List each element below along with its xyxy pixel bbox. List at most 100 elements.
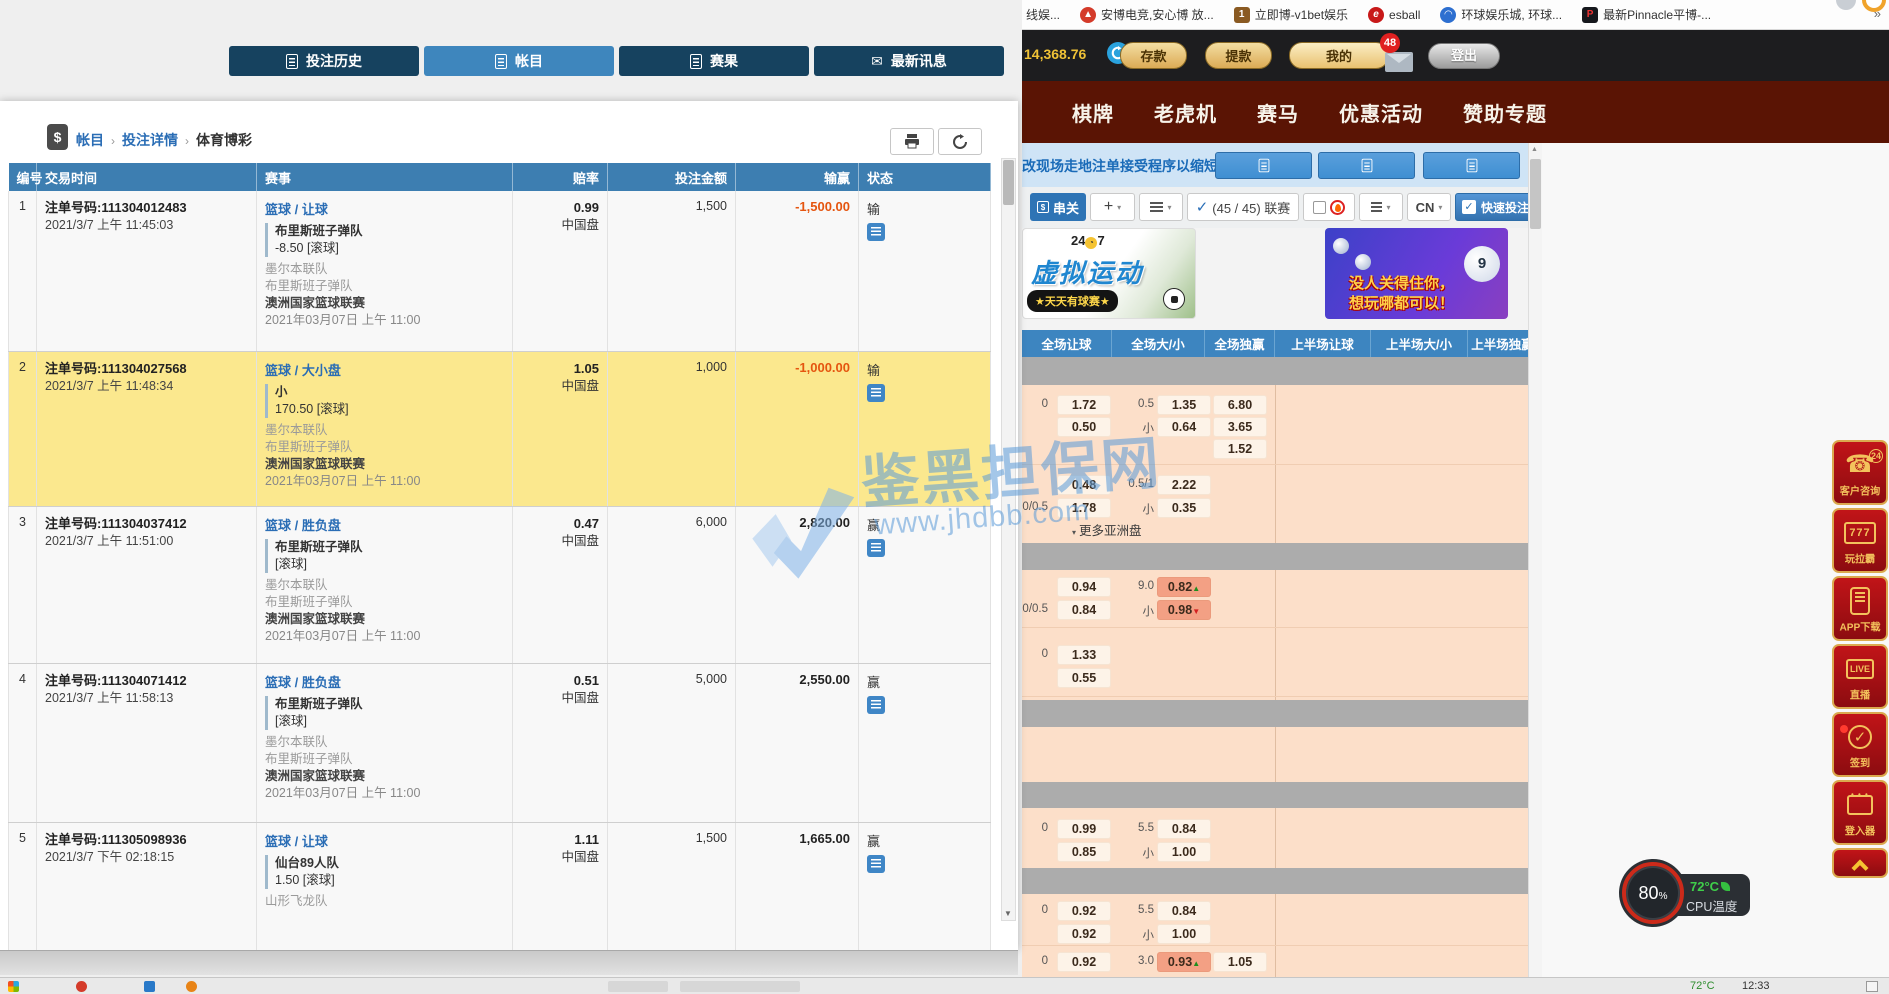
tab-latest-news[interactable]: ✉ 最新讯息 [814, 46, 1004, 76]
content-scrollbar[interactable]: ▲ [1528, 143, 1542, 977]
odds-cell[interactable]: 6.80 [1214, 396, 1266, 414]
bet-slip-icon[interactable] [867, 384, 885, 402]
odds-cell[interactable]: 0.84 [1058, 601, 1110, 619]
add-market-dropdown[interactable]: +▾ [1090, 193, 1135, 221]
odds-cell[interactable]: 0.64 [1158, 418, 1210, 436]
checkbox[interactable] [1313, 201, 1326, 214]
start-button[interactable] [8, 981, 19, 992]
virtual-sports-banner[interactable]: 24◔7 虚拟运动 ★天天有球赛★ [1022, 228, 1196, 319]
nav-item-promotions[interactable]: 优惠活动 [1339, 98, 1423, 127]
nav-item-horse-racing[interactable]: 赛马 [1257, 98, 1299, 127]
odds-cell[interactable]: 1.33 [1058, 646, 1110, 664]
sport-market-link[interactable]: 篮球 / 让球 [265, 199, 504, 218]
odds-cell[interactable]: 1.00 [1158, 843, 1210, 861]
breadcrumb-account[interactable]: 帐目 [76, 132, 104, 148]
tab-ft-handicap[interactable]: 全场让球 [1022, 330, 1112, 357]
odds-cell[interactable]: 0.94 [1058, 578, 1110, 596]
tab-bet-history[interactable]: 投注历史 [229, 46, 419, 76]
bookmark-item[interactable]: P最新Pinnacle平博-... [1582, 6, 1711, 23]
sidebar-item-live-stream[interactable]: LIVE 直播 [1832, 644, 1888, 709]
scroll-up-icon[interactable]: ▲ [1531, 146, 1538, 153]
bet-slip-icon[interactable] [867, 539, 885, 557]
bet-slip-icon[interactable] [867, 223, 885, 241]
sidebar-item-app-download[interactable]: APP下载 [1832, 576, 1888, 641]
nav-item-slots[interactable]: 老虎机 [1154, 98, 1217, 127]
odds-cell[interactable]: 0.85 [1058, 843, 1110, 861]
odds-cell[interactable]: 3.65 [1214, 418, 1266, 436]
odds-cell[interactable]: 0.55 [1058, 669, 1110, 687]
lottery-banner[interactable]: 9 没人关得住你， 想玩哪都可以！ [1325, 228, 1508, 319]
sport-market-link[interactable]: 篮球 / 大小盘 [265, 360, 504, 379]
parlay-button[interactable]: $串关 [1030, 193, 1086, 221]
odds-cell-changed[interactable]: 0.98▼ [1158, 601, 1210, 619]
breadcrumb-bet-details[interactable]: 投注详情 [122, 132, 178, 148]
sidebar-item-customer-service[interactable]: ☎24 客户咨询 [1832, 440, 1888, 505]
sidebar-collapse-button[interactable] [1832, 848, 1888, 878]
odds-cell[interactable]: 0.84 [1158, 902, 1210, 920]
tab-ft-over-under[interactable]: 全场大/小 [1112, 330, 1205, 357]
print-button[interactable] [890, 128, 934, 155]
hot-filter-toggle[interactable] [1303, 193, 1355, 221]
bookmark-item[interactable]: ▲安博电竞,安心博 放... [1080, 6, 1214, 23]
sport-market-link[interactable]: 篮球 / 让球 [265, 831, 504, 850]
bookmark-item[interactable]: eesball [1368, 7, 1420, 23]
nav-item-sponsorship[interactable]: 赞助专题 [1463, 98, 1547, 127]
quick-bet-toggle[interactable]: ✓快速投注 [1455, 193, 1528, 221]
odds-cell[interactable]: 1.35 [1158, 396, 1210, 414]
scrollbar-thumb[interactable] [1003, 160, 1014, 205]
tab-results[interactable]: 赛果 [619, 46, 809, 76]
messages-envelope-icon[interactable] [1385, 52, 1413, 72]
odds-cell[interactable]: 1.00 [1158, 925, 1210, 943]
tab-ht-handicap[interactable]: 上半场让球 [1275, 330, 1371, 357]
bet-slip-icon[interactable] [867, 696, 885, 714]
refresh-button[interactable] [938, 128, 982, 155]
deposit-button[interactable]: 存款 [1120, 42, 1187, 69]
odds-cell[interactable]: 1.72 [1058, 396, 1110, 414]
notice-button-results[interactable] [1423, 152, 1520, 179]
taskbar-app-icon[interactable] [144, 981, 155, 992]
bookmark-item[interactable]: 1立即博-v1bet娱乐 [1234, 6, 1348, 23]
tab-ht-over-under[interactable]: 上半场大/小 [1371, 330, 1468, 357]
tab-account[interactable]: 帐目 [424, 46, 614, 76]
sport-market-link[interactable]: 篮球 / 胜负盘 [265, 672, 504, 691]
taskbar-app-icon[interactable] [76, 981, 87, 992]
odds-cell-changed[interactable]: 0.93▲ [1158, 953, 1210, 971]
more-asian-lines-link[interactable]: ▾更多亚洲盘 [1072, 520, 1142, 539]
notice-button-history[interactable] [1215, 152, 1312, 179]
sidebar-item-check-in[interactable]: ✓ 签到 [1832, 712, 1888, 777]
odds-cell[interactable]: 0.92 [1058, 925, 1110, 943]
scrollbar-thumb[interactable] [1530, 159, 1541, 229]
my-account-button[interactable]: 我的 [1289, 42, 1389, 69]
tab-ht-moneyline[interactable]: 上半场独赢 [1468, 330, 1528, 357]
odds-cell[interactable]: 0.92 [1058, 953, 1110, 971]
sidebar-item-slots[interactable]: 777 玩拉霸 [1832, 508, 1888, 573]
league-filter-button[interactable]: ✓(45 / 45) 联赛 [1187, 193, 1299, 221]
taskbar-app-icon[interactable] [186, 981, 197, 992]
odds-cell-changed[interactable]: 0.82▲ [1158, 578, 1210, 596]
language-dropdown[interactable]: CN▾ [1407, 193, 1451, 221]
odds-cell[interactable]: 0.35 [1158, 499, 1210, 517]
bookmark-item[interactable]: ◠环球娱乐城, 环球... [1440, 6, 1562, 23]
sort-dropdown[interactable]: ▾ [1139, 193, 1183, 221]
dialog-scrollbar[interactable]: ▼ [1001, 158, 1016, 921]
odds-cell[interactable]: 0.84 [1158, 820, 1210, 838]
odds-cell[interactable]: 0.92 [1058, 902, 1110, 920]
nav-item-board-games[interactable]: 棋牌 [1072, 98, 1114, 127]
show-desktop-button[interactable] [1866, 981, 1878, 992]
odds-cell[interactable]: 1.78 [1058, 499, 1110, 517]
scroll-down-icon[interactable]: ▼ [1004, 909, 1012, 918]
bookmark-item[interactable]: 线娱... [1026, 6, 1060, 23]
withdraw-button[interactable]: 提款 [1205, 42, 1272, 69]
view-mode-dropdown[interactable]: ▾ [1359, 193, 1403, 221]
sport-market-link[interactable]: 篮球 / 胜负盘 [265, 515, 504, 534]
odds-cell[interactable]: 2.22 [1158, 476, 1210, 494]
logout-button[interactable]: 登出 [1428, 43, 1500, 69]
bet-slip-icon[interactable] [867, 855, 885, 873]
odds-cell[interactable]: 0.50 [1058, 418, 1110, 436]
odds-cell[interactable]: 1.52 [1214, 440, 1266, 458]
odds-cell[interactable]: 1.05 [1214, 953, 1266, 971]
odds-cell[interactable]: 0.48 [1058, 476, 1110, 494]
notice-button-account[interactable] [1318, 152, 1415, 179]
sidebar-item-login-tool[interactable]: 登入器 [1832, 780, 1888, 845]
odds-cell[interactable]: 0.99 [1058, 820, 1110, 838]
